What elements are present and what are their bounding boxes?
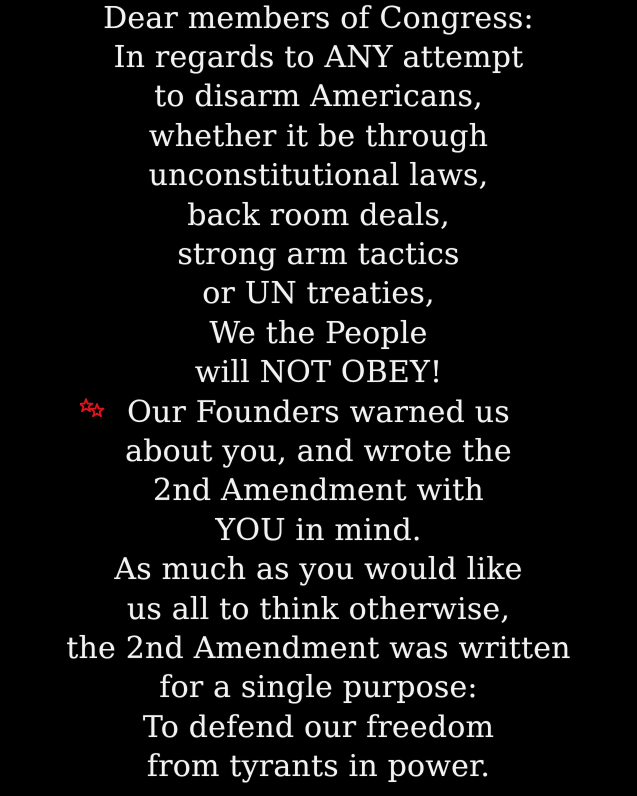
message-line-14: YOU in mind.	[215, 513, 422, 548]
message-line-3: to disarm Americans,	[154, 79, 483, 114]
message-line-13: 2nd Amendment with	[153, 473, 484, 508]
message-line-7: strong arm tactics	[177, 237, 460, 272]
message-line-6: back room deals,	[187, 198, 450, 233]
message-line-8: or UN treaties,	[202, 276, 435, 311]
message-line-9: We the People	[209, 316, 428, 351]
star-shape-right	[89, 403, 105, 418]
message-line-19: To defend our freedom	[142, 710, 495, 745]
message-line-15: As much as you would like	[114, 552, 523, 587]
message-line-5: unconstitutional laws,	[148, 158, 489, 193]
message-line-20: from tyrants in power.	[146, 749, 491, 784]
red-stars-icon	[80, 398, 105, 418]
message-line-17: the 2nd Amendment was written	[66, 631, 571, 666]
message-line-2: In regards to ANY attempt	[113, 40, 524, 75]
message-line-4: whether it be through	[148, 119, 489, 154]
message-line-18: for a single purpose:	[159, 670, 478, 705]
message-line-12: about you, and wrote the	[125, 434, 512, 469]
message-line-10: will NOT OBEY!	[194, 355, 443, 390]
poster: Dear members of Congress: In regards to …	[0, 0, 637, 796]
message-line-16: us all to think otherwise,	[126, 592, 511, 627]
message-line-1: Dear members of Congress:	[103, 1, 534, 36]
